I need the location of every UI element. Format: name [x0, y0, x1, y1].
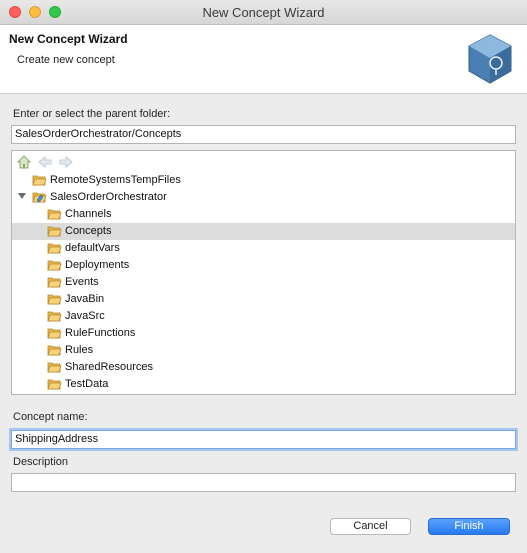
tree-item-events[interactable]: Events	[12, 274, 515, 291]
folder-icon	[47, 243, 62, 254]
finish-button[interactable]: Finish	[428, 518, 510, 535]
tree-item-label: JavaSrc	[65, 310, 105, 322]
forward-arrow-icon[interactable]	[58, 154, 74, 170]
tree-item-channels[interactable]: Channels	[12, 206, 515, 223]
tree-item-label: TestData	[65, 378, 109, 390]
back-arrow-icon[interactable]	[37, 154, 53, 170]
title-bar: New Concept Wizard	[0, 0, 527, 25]
tree-item-label: SalesOrderOrchestrator	[50, 191, 167, 203]
concept-name-label: Concept name:	[13, 411, 88, 423]
concept-cube-icon	[468, 34, 512, 84]
tree-item-label: Events	[65, 276, 99, 288]
tree-item-concepts[interactable]: Concepts	[12, 223, 515, 240]
tree-item-rulefunctions[interactable]: RuleFunctions	[12, 325, 515, 342]
tree-item-sharedresources[interactable]: SharedResources	[12, 359, 515, 376]
folder-icon	[47, 226, 62, 237]
folder-icon	[47, 328, 62, 339]
tree-item-rules[interactable]: Rules	[12, 342, 515, 359]
tree-item-defaultvars[interactable]: defaultVars	[12, 240, 515, 257]
tree-item-label: RemoteSystemsTempFiles	[50, 174, 181, 186]
tree-item-label: Concepts	[65, 225, 112, 237]
tree-item-label: Rules	[65, 344, 94, 356]
folder-icon	[47, 362, 62, 373]
tree-item-label: SharedResources	[65, 361, 154, 373]
tree-item-label: Deployments	[65, 259, 130, 271]
concept-name-input[interactable]: ShippingAddress	[11, 430, 516, 449]
folder-icon	[47, 311, 62, 322]
folder-tree[interactable]: RemoteSystemsTempFiles SalesOrderOrchest…	[11, 150, 516, 395]
folder-icon	[47, 277, 62, 288]
window-title: New Concept Wizard	[202, 5, 325, 20]
tree-item-javasrc[interactable]: JavaSrc	[12, 308, 515, 325]
tree-item-salesorderorchestrator[interactable]: SalesOrderOrchestrator	[12, 189, 515, 206]
tree-item-label: Channels	[65, 208, 112, 220]
folder-open-icon	[32, 175, 47, 186]
parent-folder-input[interactable]: SalesOrderOrchestrator/Concepts	[11, 125, 516, 144]
description-input[interactable]	[11, 473, 516, 492]
tree-item-remotesystemstempfiles[interactable]: RemoteSystemsTempFiles	[12, 172, 515, 189]
folder-icon	[47, 209, 62, 220]
folder-icon	[47, 345, 62, 356]
folder-icon	[47, 260, 62, 271]
project-icon	[32, 192, 47, 203]
wizard-banner: New Concept Wizard Create new concept	[0, 25, 527, 94]
wizard-title: New Concept Wizard	[9, 32, 128, 46]
wizard-subtitle: Create new concept	[17, 54, 115, 66]
description-label: Description	[13, 456, 69, 468]
tree-item-label: JavaBin	[65, 293, 105, 305]
tree-item-label: defaultVars	[65, 242, 120, 254]
folder-icon	[47, 379, 62, 390]
tree-item-label: RuleFunctions	[65, 327, 136, 339]
parent-folder-label: Enter or select the parent folder:	[13, 108, 171, 120]
tree-item-javabin[interactable]: JavaBin	[12, 291, 515, 308]
folder-icon	[47, 294, 62, 305]
home-icon[interactable]	[16, 154, 32, 170]
tree-item-testdata[interactable]: TestData	[12, 376, 515, 393]
expand-arrow-icon[interactable]	[18, 193, 26, 199]
cancel-button[interactable]: Cancel	[330, 518, 411, 535]
tree-item-deployments[interactable]: Deployments	[12, 257, 515, 274]
